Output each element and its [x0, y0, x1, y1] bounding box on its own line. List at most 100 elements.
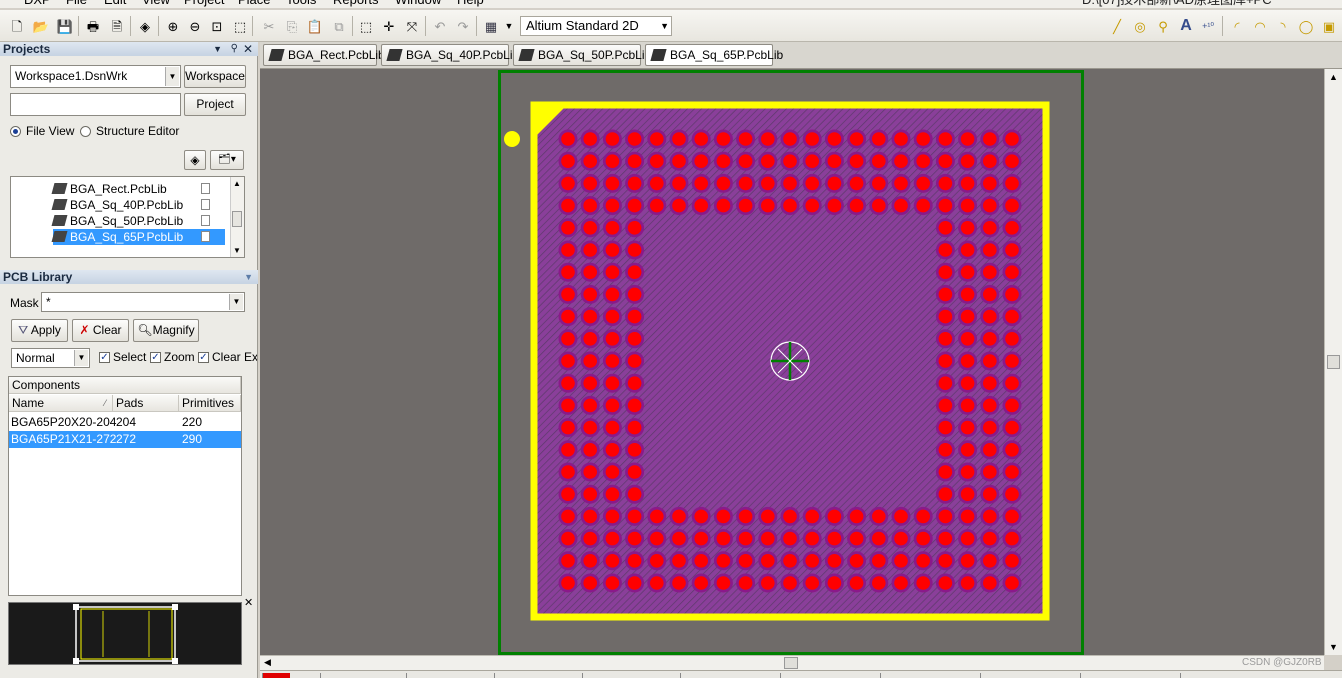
bga-pad[interactable] [783, 509, 797, 524]
bga-pad[interactable] [583, 554, 597, 568]
bga-pad[interactable] [938, 309, 953, 324]
save-icon[interactable]: 💾 [56, 17, 74, 35]
layer-tab[interactable] [680, 673, 750, 678]
bga-pad[interactable] [561, 309, 575, 324]
bga-pad[interactable] [583, 332, 597, 346]
fill-icon[interactable]: ▣ [1320, 17, 1338, 35]
bga-pad[interactable] [827, 531, 842, 546]
layer-tab[interactable] [980, 673, 1050, 678]
bga-pad[interactable] [561, 154, 575, 168]
bga-pad[interactable] [1005, 176, 1019, 191]
clear-button[interactable]: ✗ Clear [72, 319, 129, 342]
bga-pad[interactable] [1005, 332, 1019, 346]
bga-pad[interactable] [894, 554, 908, 568]
bga-pad[interactable] [605, 265, 620, 279]
bga-pad[interactable] [894, 531, 908, 546]
bga-pad[interactable] [938, 265, 953, 279]
bga-pad[interactable] [1005, 154, 1019, 168]
bga-pad[interactable] [872, 198, 886, 213]
bga-pad[interactable] [605, 198, 620, 213]
bga-pad[interactable] [605, 176, 620, 191]
bga-pad[interactable] [1005, 465, 1019, 479]
horizontal-scrollbar[interactable]: ◀ [260, 655, 1324, 670]
bga-pad[interactable] [983, 176, 997, 191]
bga-pad[interactable] [605, 132, 620, 146]
bga-pad[interactable] [627, 576, 642, 590]
bga-pad[interactable] [650, 176, 664, 191]
bga-pad[interactable] [605, 509, 620, 524]
close-icon[interactable]: ✕ [243, 42, 253, 56]
bga-pad[interactable] [583, 154, 597, 168]
bga-pad[interactable] [627, 420, 642, 435]
bga-pad[interactable] [983, 265, 997, 279]
bga-pad[interactable] [761, 531, 775, 546]
scroll-left-icon[interactable]: ◀ [264, 657, 271, 668]
cut-icon[interactable]: ✂ [260, 17, 278, 35]
bga-pad[interactable] [561, 198, 575, 213]
bga-pad[interactable] [938, 376, 953, 391]
layer-tab[interactable] [406, 673, 476, 678]
bga-pad[interactable] [627, 376, 642, 391]
bga-pad[interactable] [827, 198, 842, 213]
bga-pad[interactable] [716, 198, 731, 213]
compile-icon[interactable]: ◈ [184, 150, 206, 170]
bga-pad[interactable] [983, 332, 997, 346]
bga-pad[interactable] [983, 465, 997, 479]
bga-pad[interactable] [605, 420, 620, 435]
bga-pad[interactable] [583, 531, 597, 546]
bga-pad[interactable] [605, 465, 620, 479]
column-primitives[interactable]: Primitives [179, 395, 241, 412]
deselect-icon[interactable]: ⤧ [403, 17, 421, 35]
bga-pad[interactable] [561, 376, 575, 391]
arc-any-icon[interactable]: ◝ [1274, 17, 1292, 35]
grid-icon[interactable]: ▦ [482, 17, 500, 35]
bga-pad[interactable] [605, 332, 620, 346]
bga-pad[interactable] [960, 176, 975, 191]
bga-pad[interactable] [916, 576, 930, 590]
tab-bga-sq-40p[interactable]: BGA_Sq_40P.PcbLib [381, 44, 519, 66]
table-row-selected[interactable]: BGA65P21X21-272 272 290 [9, 431, 241, 448]
structure-editor-radio[interactable] [80, 126, 91, 137]
table-row[interactable]: BGA65P20X20-204 204 220 [9, 414, 241, 431]
zoom-checkbox[interactable]: ✓ [150, 352, 161, 363]
project-field[interactable] [10, 93, 181, 116]
full-circle-icon[interactable]: ◯ [1297, 17, 1315, 35]
bga-pad[interactable] [561, 509, 575, 524]
open-folder-icon[interactable]: 📂 [32, 17, 50, 35]
bga-pad[interactable] [1005, 354, 1019, 368]
layer-tab[interactable] [262, 673, 290, 678]
bga-pad[interactable] [960, 443, 975, 457]
bga-pad[interactable] [1005, 531, 1019, 546]
column-name[interactable]: Name ⁄ [9, 395, 113, 412]
bga-pad[interactable] [938, 154, 953, 168]
bga-pad[interactable] [960, 398, 975, 413]
bga-pad[interactable] [960, 132, 975, 146]
select-checkbox[interactable]: ✓ [99, 352, 110, 363]
menu-edit[interactable]: Edit [104, 0, 126, 8]
bga-pad[interactable] [672, 576, 686, 590]
pin-icon[interactable]: ⚲ [231, 42, 238, 56]
bga-pad[interactable] [1005, 420, 1019, 435]
mask-input[interactable]: * ▼ [41, 292, 245, 312]
bga-pad[interactable] [738, 531, 753, 546]
layer-tab[interactable] [582, 673, 652, 678]
bga-pad[interactable] [894, 509, 908, 524]
bga-pad[interactable] [849, 531, 864, 546]
bga-pad[interactable] [1005, 243, 1019, 257]
bga-pad[interactable] [694, 509, 708, 524]
bga-pad[interactable] [561, 531, 575, 546]
bga-pad[interactable] [960, 287, 975, 302]
bga-pad[interactable] [761, 154, 775, 168]
collapse-icon[interactable]: ▼ [244, 270, 253, 284]
bga-pad[interactable] [960, 465, 975, 479]
tab-bga-sq-65p[interactable]: BGA_Sq_65P.PcbLib [645, 44, 783, 66]
clear-existing-checkbox[interactable]: ✓ [198, 352, 209, 363]
bga-pad[interactable] [1005, 309, 1019, 324]
move-icon[interactable]: ✛ [380, 17, 398, 35]
bga-pad[interactable] [805, 198, 819, 213]
bga-pad[interactable] [716, 176, 731, 191]
project-options-icon[interactable]: 🗂▾ [210, 150, 244, 170]
bga-pad[interactable] [1005, 287, 1019, 302]
bga-pad[interactable] [627, 287, 642, 302]
bga-pad[interactable] [805, 154, 819, 168]
